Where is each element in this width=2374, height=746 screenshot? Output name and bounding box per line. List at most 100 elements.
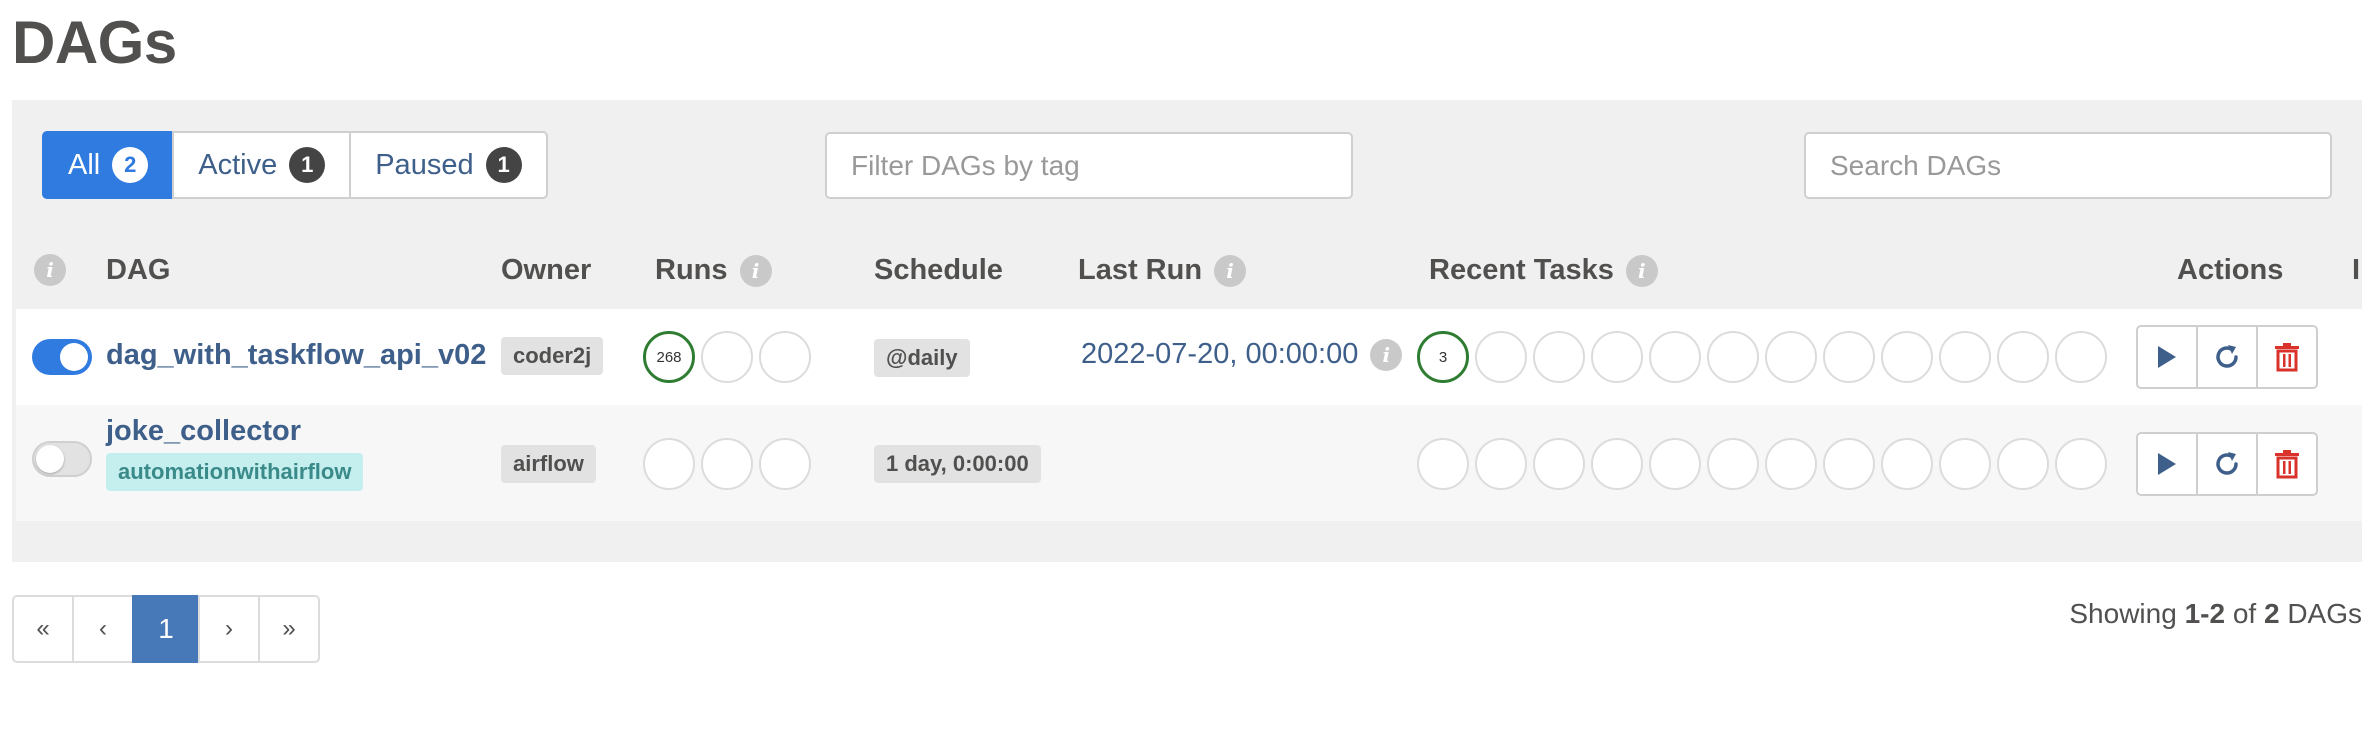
status-filter-tabs: All 2 Active 1 Paused 1	[42, 131, 548, 199]
page-title: DAGs	[12, 9, 177, 76]
header-recent-tasks-label: Recent Tasks	[1429, 254, 1614, 286]
delete-dag-button[interactable]	[2256, 432, 2318, 496]
task-state-success[interactable]: 3	[1417, 331, 1469, 383]
info-icon: i	[34, 254, 66, 286]
header-last-run: Last Run i	[1078, 254, 1247, 287]
tab-paused[interactable]: Paused 1	[349, 131, 548, 199]
header-dag[interactable]: DAG	[106, 254, 170, 287]
run-state-running[interactable]	[701, 438, 753, 490]
next-page-button[interactable]: ›	[198, 595, 260, 663]
header-schedule[interactable]: Schedule	[874, 254, 1003, 287]
task-state-circle[interactable]	[1939, 331, 1991, 383]
run-state-success[interactable]: 268	[643, 331, 695, 383]
task-state-circle[interactable]	[1765, 438, 1817, 490]
header-links: I	[2352, 254, 2361, 286]
table-row: dag_with_taskflow_api_v02 coder2j 268 @d…	[16, 309, 2362, 405]
refresh-icon	[2216, 345, 2238, 368]
refresh-dag-button[interactable]	[2196, 432, 2258, 496]
run-state-running[interactable]	[701, 331, 753, 383]
last-run-link[interactable]: 2022-07-20, 00:00:00 i	[1081, 338, 1403, 371]
search-dags-input[interactable]	[1804, 132, 2332, 199]
task-state-circle[interactable]	[1939, 438, 1991, 490]
dag-id-link[interactable]: dag_with_taskflow_api_v02	[106, 339, 486, 372]
header-recent-tasks: Recent Tasks i	[1429, 254, 1658, 287]
task-state-circle[interactable]	[1823, 438, 1875, 490]
task-state-circle[interactable]	[1765, 331, 1817, 383]
dag-pause-toggle[interactable]	[32, 441, 92, 477]
owner-badge[interactable]: coder2j	[501, 337, 604, 375]
tag-filter-input[interactable]	[825, 132, 1353, 199]
task-state-circle[interactable]	[1707, 331, 1759, 383]
task-state-circle[interactable]	[1649, 331, 1701, 383]
task-state-circle[interactable]	[1475, 331, 1527, 383]
info-icon: i	[739, 254, 772, 287]
row-actions	[2136, 325, 2318, 389]
tab-active-label: Active	[198, 148, 278, 181]
task-state-circle[interactable]	[2055, 331, 2107, 383]
toggle-knob	[36, 445, 64, 473]
current-page-button[interactable]: 1	[132, 595, 200, 663]
play-icon	[2158, 453, 2176, 475]
header-runs: Runs i	[655, 254, 772, 287]
delete-dag-button[interactable]	[2256, 325, 2318, 389]
task-state-circle[interactable]	[1997, 438, 2049, 490]
tab-all-count-badge: 2	[112, 147, 149, 183]
header-actions: Actions	[2177, 254, 2284, 286]
task-state-circle[interactable]	[1881, 438, 1933, 490]
task-state-circle[interactable]	[1823, 331, 1875, 383]
summary-range: 1-2	[2184, 598, 2226, 629]
schedule-badge[interactable]: 1 day, 0:00:00	[874, 445, 1041, 483]
schedule-badge[interactable]: @daily	[874, 339, 970, 377]
tab-paused-count-badge: 1	[485, 147, 522, 183]
tab-all[interactable]: All 2	[42, 131, 175, 199]
info-icon: i	[1625, 254, 1658, 287]
summary-prefix: Showing	[2069, 598, 2177, 629]
toggle-knob	[60, 343, 88, 371]
dag-pause-toggle[interactable]	[32, 339, 92, 375]
dag-id-link[interactable]: joke_collector	[106, 415, 301, 448]
header-runs-label: Runs	[655, 254, 728, 286]
task-state-circle[interactable]	[1475, 438, 1527, 490]
tab-active-count-badge: 1	[289, 147, 326, 183]
task-state-circle[interactable]	[1649, 438, 1701, 490]
task-state-circle[interactable]	[1417, 438, 1469, 490]
info-icon[interactable]: i	[1370, 338, 1403, 371]
trigger-dag-button[interactable]	[2136, 432, 2198, 496]
task-state-circle[interactable]	[1591, 438, 1643, 490]
info-icon: i	[1214, 254, 1247, 287]
last-page-button[interactable]: »	[258, 595, 320, 663]
trash-icon	[2275, 343, 2299, 372]
task-state-circle[interactable]	[1881, 331, 1933, 383]
header-info: i	[34, 254, 66, 286]
task-state-circle[interactable]	[1533, 331, 1585, 383]
task-state-circle[interactable]	[2055, 438, 2107, 490]
task-state-circle[interactable]	[1707, 438, 1759, 490]
tab-paused-label: Paused	[375, 148, 474, 181]
dags-panel: All 2 Active 1 Paused 1 i DAG Owner Runs…	[12, 100, 2362, 562]
refresh-dag-button[interactable]	[2196, 325, 2258, 389]
results-summary: Showing 1-2 of 2 DAGs	[2069, 598, 2362, 630]
run-state-failed[interactable]	[759, 331, 811, 383]
run-state-failed[interactable]	[759, 438, 811, 490]
header-owner[interactable]: Owner	[501, 254, 591, 287]
table-row: joke_collector automationwithairflow air…	[16, 405, 2362, 521]
dag-tag-badge[interactable]: automationwithairflow	[106, 453, 364, 491]
pagination: « ‹ 1 › »	[12, 595, 320, 663]
trash-icon	[2275, 450, 2299, 479]
row-actions	[2136, 432, 2318, 496]
task-state-circle[interactable]	[1533, 438, 1585, 490]
last-run-value: 2022-07-20, 00:00:00	[1081, 338, 1359, 370]
header-last-run-label: Last Run	[1078, 254, 1203, 286]
play-icon	[2158, 346, 2176, 368]
trigger-dag-button[interactable]	[2136, 325, 2198, 389]
run-state-success[interactable]	[643, 438, 695, 490]
tab-all-label: All	[68, 148, 101, 181]
task-state-circle[interactable]	[1997, 331, 2049, 383]
owner-badge[interactable]: airflow	[501, 445, 596, 483]
summary-of: of	[2232, 598, 2257, 629]
prev-page-button[interactable]: ‹	[72, 595, 134, 663]
summary-suffix: DAGs	[2287, 598, 2362, 629]
tab-active[interactable]: Active 1	[172, 131, 352, 199]
first-page-button[interactable]: «	[12, 595, 74, 663]
task-state-circle[interactable]	[1591, 331, 1643, 383]
